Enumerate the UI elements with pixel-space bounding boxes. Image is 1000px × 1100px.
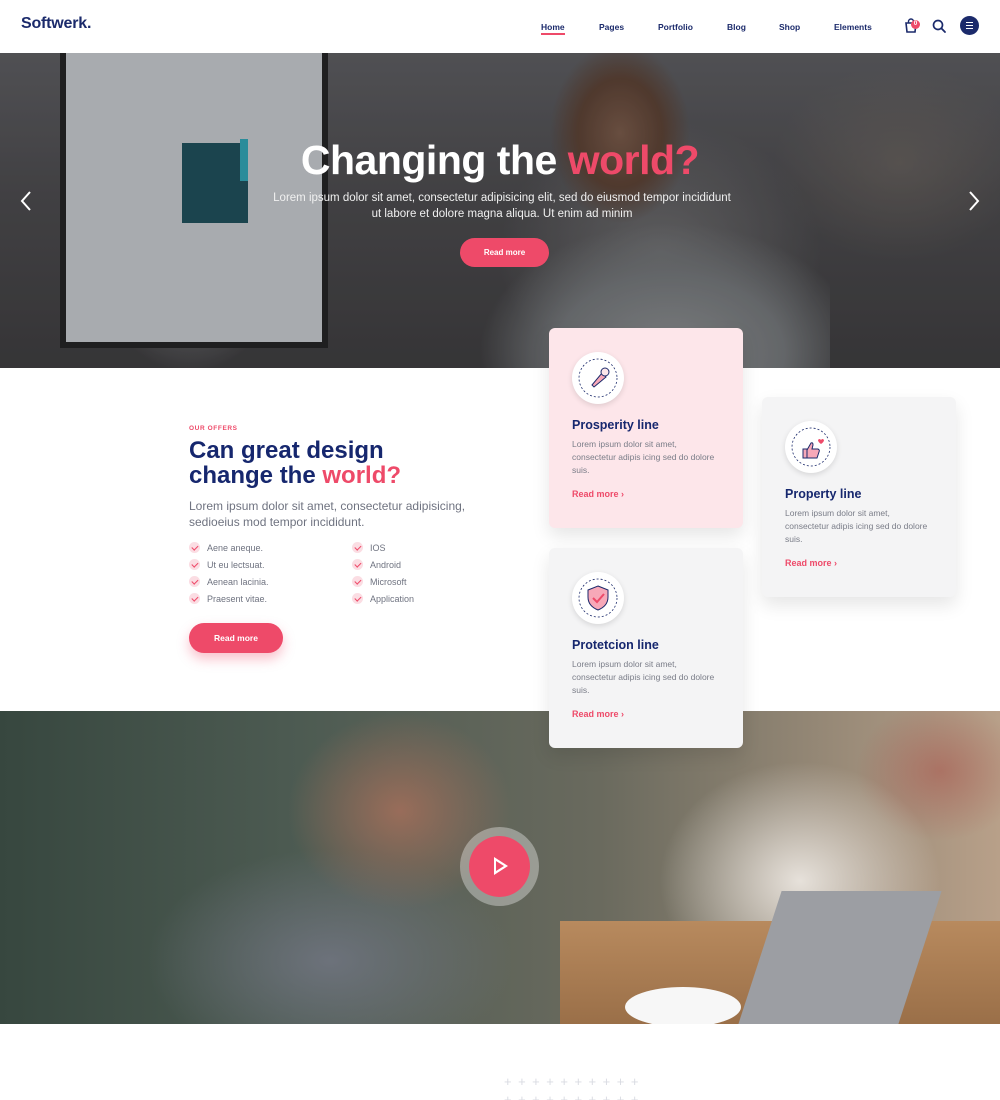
list-item: Microsoft [352, 576, 414, 593]
hero-title-accent: world? [567, 137, 700, 183]
plus-pattern-decoration: ++++++++++ ++++++++++ [504, 1074, 645, 1100]
nav-elements[interactable]: Elements [834, 22, 872, 32]
check-icon [352, 559, 363, 570]
card-read-more-link[interactable]: Read more › [572, 709, 624, 719]
nav-shop[interactable]: Shop [779, 22, 800, 32]
search-icon[interactable] [930, 17, 948, 35]
feature-list-left: Aene aneque. Ut eu lectsuat. Aenean laci… [189, 542, 269, 610]
check-icon [352, 593, 363, 604]
card-read-more-link[interactable]: Read more › [572, 489, 624, 499]
nav-pages[interactable]: Pages [599, 22, 624, 32]
card-text: Lorem ipsum dolor sit amet, consectetur … [572, 659, 715, 695]
list-item: Android [352, 559, 414, 576]
site-header: Softwerk. Home Pages Portfolio Blog Shop… [0, 0, 1000, 53]
card-title: Property line [785, 487, 862, 501]
slider-next-arrow-icon[interactable] [966, 189, 982, 213]
offers-title: Can great design change the world? [189, 437, 402, 489]
play-icon [469, 836, 530, 897]
card-protetcion-line: Protetcion line Lorem ipsum dolor sit am… [549, 548, 743, 748]
list-item: Praesent vitae. [189, 593, 269, 610]
list-item: Application [352, 593, 414, 610]
nav-portfolio[interactable]: Portfolio [658, 22, 693, 32]
slider-prev-arrow-icon[interactable] [18, 189, 34, 213]
feature-list-right: IOS Android Microsoft Application [352, 542, 414, 610]
play-video-button[interactable] [460, 827, 539, 906]
card-prosperity-line: Prosperity line Lorem ipsum dolor sit am… [549, 328, 743, 528]
card-title: Prosperity line [572, 418, 659, 432]
ice-cream-icon [572, 352, 624, 404]
check-icon [352, 542, 363, 553]
thumbs-up-heart-icon [785, 421, 837, 473]
main-nav: Home Pages Portfolio Blog Shop Elements [0, 22, 1000, 36]
hero-subtitle: Lorem ipsum dolor sit amet, consectetur … [273, 192, 731, 220]
list-item: IOS [352, 542, 414, 559]
list-item: Ut eu lectsuat. [189, 559, 269, 576]
video-section [0, 711, 1000, 1024]
check-icon [189, 593, 200, 604]
hero-title: Changing the world? [0, 137, 1000, 184]
list-item: Aenean lacinia. [189, 576, 269, 593]
check-icon [189, 559, 200, 570]
card-title: Protetcion line [572, 638, 659, 652]
offers-eyebrow: OUR OFFERS [189, 425, 238, 432]
shield-check-icon [572, 572, 624, 624]
nav-blog[interactable]: Blog [727, 22, 746, 32]
card-read-more-link[interactable]: Read more › [785, 558, 837, 568]
offers-description: Lorem ipsum dolor sit amet, consectetur … [189, 499, 466, 529]
hero-read-more-button[interactable]: Read more [460, 238, 549, 267]
check-icon [189, 542, 200, 553]
list-item: Aene aneque. [189, 542, 269, 559]
card-property-line: Property line Lorem ipsum dolor sit amet… [762, 397, 956, 597]
check-icon [189, 576, 200, 587]
offers-read-more-button[interactable]: Read more [189, 623, 283, 653]
check-icon [352, 576, 363, 587]
card-text: Lorem ipsum dolor sit amet, consectetur … [785, 508, 928, 544]
cart-count-badge: 0 [911, 20, 920, 29]
hero-slider: Changing the world? Lorem ipsum dolor si… [0, 53, 1000, 368]
hero-title-main: Changing the [300, 137, 557, 183]
card-text: Lorem ipsum dolor sit amet, consectetur … [572, 439, 715, 475]
nav-home[interactable]: Home [541, 22, 565, 35]
hamburger-menu-icon[interactable] [960, 16, 979, 35]
